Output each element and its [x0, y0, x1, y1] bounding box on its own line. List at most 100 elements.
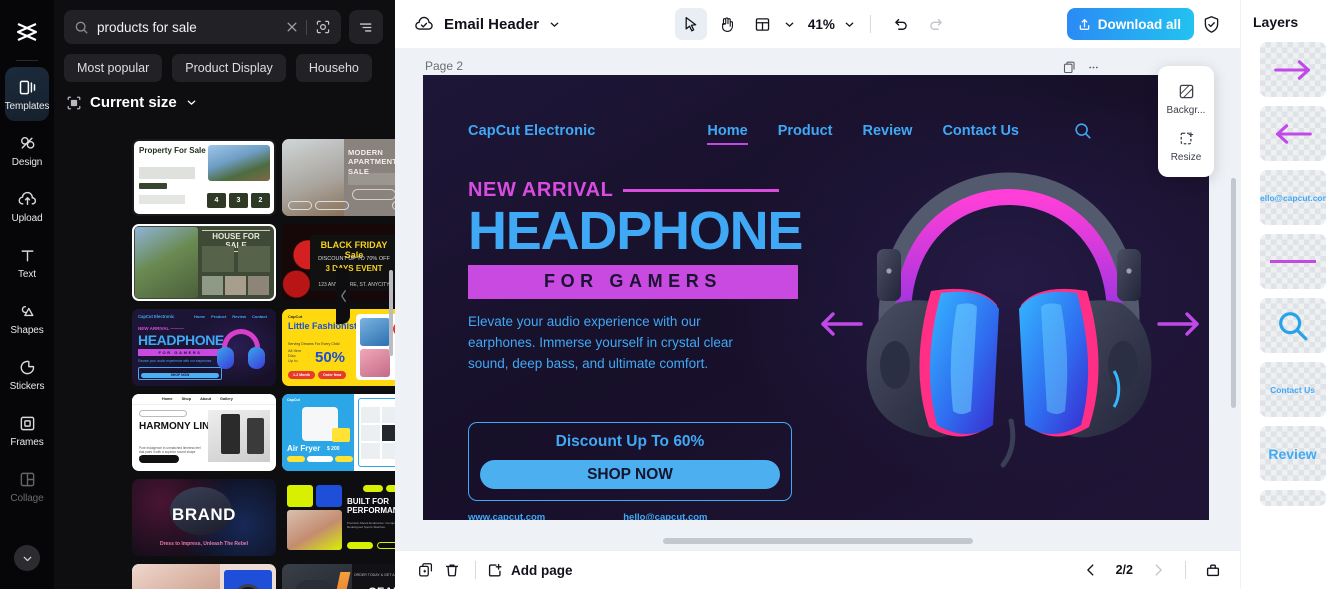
search-row: [54, 0, 395, 44]
arrow-left-decor[interactable]: [817, 311, 863, 342]
current-size-selector[interactable]: Current size: [54, 82, 395, 120]
sidebar-item-collage[interactable]: Collage: [5, 459, 49, 513]
select-tool[interactable]: [674, 8, 707, 40]
nav-link-review[interactable]: Review: [862, 123, 912, 139]
sidebar-item-upload[interactable]: Upload: [5, 179, 49, 233]
context-menu-background[interactable]: Backgr...: [1158, 75, 1214, 122]
shop-now-button[interactable]: SHOP NOW: [480, 460, 780, 489]
design-website-link[interactable]: www.capcut.com: [468, 512, 545, 520]
sidebar-item-label: Design: [11, 156, 43, 168]
chip-household[interactable]: Househo: [295, 54, 372, 82]
design-artboard[interactable]: CapCut Electronic Home Product Review Co…: [423, 75, 1209, 520]
more-options-icon: [1088, 66, 1098, 68]
sidebar-item-design[interactable]: Design: [5, 123, 49, 177]
layer-email-text[interactable]: hello@capcut.com: [1259, 170, 1326, 225]
next-page-button[interactable]: [1145, 557, 1171, 583]
template-card[interactable]: Home Shop About Gallery HARMONY LINK Pure i…: [132, 394, 276, 471]
template-card[interactable]: MODERN APARTMENT FOR SALE: [282, 139, 395, 216]
chevron-left-icon: [1086, 564, 1094, 576]
template-card[interactable]: Property For Sale 4 3 2: [132, 139, 276, 216]
design-search-icon[interactable]: [1073, 121, 1093, 141]
layer-review[interactable]: Review: [1259, 426, 1326, 481]
security-button[interactable]: [1194, 7, 1228, 41]
arrow-right-decor[interactable]: [1157, 311, 1203, 342]
eyebrow-line: [623, 188, 780, 193]
template-card[interactable]: HOUSE FOR SALE: [132, 224, 276, 301]
headphone-product-image[interactable]: [809, 153, 1209, 473]
arrow-left-icon: [1275, 123, 1312, 144]
prev-page-button[interactable]: [1078, 557, 1104, 583]
layer-arrow-left[interactable]: [1259, 106, 1326, 161]
chip-most-popular[interactable]: Most popular: [64, 54, 163, 82]
design-navbar: CapCut Electronic Home Product Review Co…: [468, 121, 1175, 145]
layer-contact-us[interactable]: Contact Us: [1259, 362, 1326, 417]
arrow-left-icon: [821, 312, 863, 336]
page-label: Page 2: [425, 59, 464, 73]
template-card[interactable]: BUILT FOR PERFORMANCE Precision Meets En…: [282, 479, 395, 556]
canvas-horizontal-scrollbar[interactable]: [663, 538, 973, 544]
design-email-link[interactable]: hello@capcut.com: [623, 512, 707, 520]
duplicate-button[interactable]: [413, 557, 439, 583]
redo-button[interactable]: [921, 8, 953, 40]
sidebar-item-shapes[interactable]: Shapes: [5, 291, 49, 345]
template-title: Property For Sale: [139, 146, 206, 155]
add-page-button[interactable]: Add page: [486, 561, 573, 579]
layout-chevron-down-icon: [785, 22, 794, 27]
canvas-vertical-scrollbar[interactable]: [1231, 178, 1236, 408]
sidebar-item-text[interactable]: Text: [5, 235, 49, 289]
capcut-editor: Templates Design Upload Text Shapes Stic…: [0, 0, 1344, 589]
canvas-area[interactable]: Page 2 CapCut Electronic Home Product Re…: [395, 48, 1240, 550]
document-name-selector[interactable]: Email Header: [413, 13, 561, 35]
tool-rail: Templates Design Upload Text Shapes Stic…: [0, 0, 54, 589]
search-box[interactable]: [64, 10, 341, 44]
layer-line[interactable]: [1259, 234, 1326, 289]
undo-button[interactable]: [885, 8, 917, 40]
layout-tool[interactable]: [747, 8, 779, 40]
sidebar-item-label: Shapes: [10, 324, 44, 336]
layer-partial-next[interactable]: [1259, 490, 1326, 506]
text-icon: [21, 249, 33, 261]
sidebar-item-frames[interactable]: Frames: [5, 403, 49, 457]
panel-scrollbar[interactable]: [389, 270, 393, 356]
layer-arrow-right[interactable]: [1259, 42, 1326, 97]
sidebar-item-templates[interactable]: Templates: [5, 67, 49, 121]
search-icon: [1075, 123, 1091, 139]
delete-page-button[interactable]: [439, 557, 465, 583]
present-button[interactable]: [1200, 557, 1226, 583]
template-card[interactable]: CapCut Air Fryer $ 200: [282, 394, 395, 471]
layers-panel: Layers hello@capcut.com: [1240, 0, 1344, 589]
design-subhead: FOR GAMERS: [468, 265, 798, 300]
nav-link-home[interactable]: Home: [707, 123, 748, 145]
search-icon: [75, 21, 88, 33]
templates-icon: [19, 80, 35, 94]
search-input[interactable]: [97, 19, 278, 35]
expand-tools-button[interactable]: [14, 545, 40, 571]
capcut-logo[interactable]: [0, 8, 54, 56]
add-page-label: Add page: [511, 562, 573, 578]
hand-tool[interactable]: [711, 8, 743, 40]
search-icon: [1278, 311, 1307, 340]
design-body-text: Elevate your audio experience with our e…: [468, 314, 733, 371]
design-nav-links: Home Product Review Contact Us: [707, 121, 1093, 145]
document-name: Email Header: [444, 15, 540, 33]
template-card[interactable]: [132, 564, 276, 589]
download-all-button[interactable]: Download all: [1066, 8, 1194, 40]
template-title: BRAND: [172, 505, 236, 524]
undo-icon: [895, 18, 908, 30]
nav-link-product[interactable]: Product: [778, 123, 833, 139]
collapse-panel-button[interactable]: [336, 268, 350, 324]
arrow-right-icon: [1157, 312, 1199, 336]
template-card[interactable]: CapCut Electronic Home Product Review Conta…: [132, 309, 276, 386]
filter-button[interactable]: [349, 10, 383, 44]
background-icon: [1179, 84, 1193, 99]
template-card[interactable]: BRAND Dress to Impress, Unleash The Rebe…: [132, 479, 276, 556]
layout-icon: [756, 17, 770, 31]
filter-chips: Most popular Product Display Househo: [54, 44, 395, 82]
sidebar-item-stickers[interactable]: Stickers: [5, 347, 49, 401]
design-icon: [20, 136, 34, 149]
context-menu-resize[interactable]: Resize: [1158, 122, 1214, 169]
template-card[interactable]: ORDER TODAY & GET A SLIM LIFETIME GEAR U…: [282, 564, 395, 589]
layer-search-icon[interactable]: [1259, 298, 1326, 353]
chip-product-display[interactable]: Product Display: [172, 54, 286, 82]
nav-link-contact-us[interactable]: Contact Us: [942, 123, 1019, 139]
